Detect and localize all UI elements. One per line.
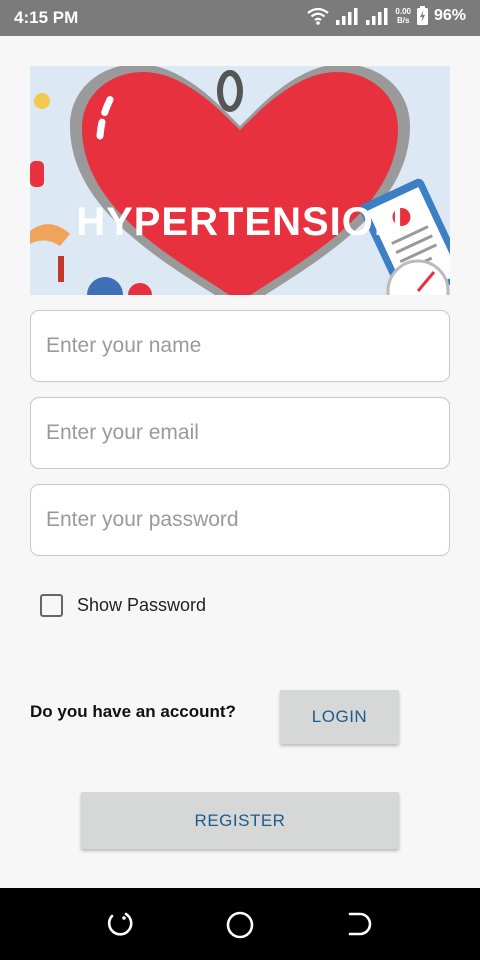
battery-percent: 96% [433,6,466,24]
password-field[interactable] [30,484,450,556]
hypertension-banner: HYPERTENSION [30,66,450,295]
net-speed-value: 0.00 [395,6,411,16]
name-input[interactable] [31,311,449,381]
show-password-label: Show Password [77,595,207,615]
account-question: Do you have an account? [30,702,236,721]
banner-illustration [30,66,450,295]
battery-charging-icon [416,6,428,25]
email-input[interactable] [31,398,449,468]
register-button[interactable]: REGISTER [81,792,399,849]
wifi-icon [307,7,330,25]
status-time: 4:15 PM [14,8,79,27]
signal-icon-2 [366,7,388,25]
name-field[interactable] [30,310,450,382]
home-icon[interactable] [225,910,255,940]
back-icon[interactable] [346,910,374,938]
show-password-toggle[interactable]: Show Password [40,594,206,617]
navigation-bar [0,888,480,960]
email-field[interactable] [30,397,450,469]
show-password-checkbox[interactable] [40,594,63,617]
recent-apps-icon[interactable] [106,910,134,938]
net-speed-unit: B/s [396,15,410,25]
signal-icon-1 [336,7,358,25]
status-bar: 4:15 PM 0.00 B/s 96% [0,0,480,36]
net-speed: 0.00 B/s [395,7,411,25]
password-input[interactable] [31,485,449,555]
banner-title: HYPERTENSION [76,200,404,244]
login-button[interactable]: LOGIN [280,690,399,744]
